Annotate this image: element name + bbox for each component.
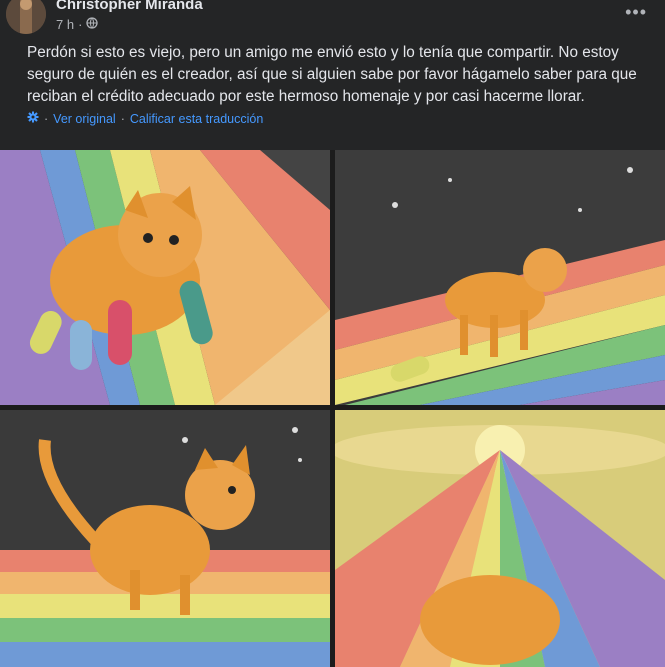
globe-icon	[86, 17, 99, 32]
author-name[interactable]: Christopher Miranda	[56, 0, 203, 13]
post-meta: 7 h ·	[56, 17, 99, 32]
post-image[interactable]	[0, 150, 665, 667]
avatar[interactable]	[6, 0, 46, 34]
view-original-link[interactable]: Ver original	[53, 112, 116, 126]
comic-panel-2	[335, 150, 665, 405]
post-header: Christopher Miranda 7 h · •••	[0, 0, 665, 40]
rate-translation-link[interactable]: Calificar esta traducción	[130, 112, 263, 126]
translation-bar: · Ver original · Calificar esta traducci…	[27, 111, 263, 126]
comic-panel-4	[335, 410, 665, 667]
comic-panel-1	[0, 150, 330, 405]
translation-separator-2: ·	[120, 111, 125, 126]
translation-separator: ·	[44, 111, 49, 126]
more-dots-icon[interactable]: •••	[625, 2, 647, 23]
comic-panel-3	[0, 410, 330, 667]
post-text: Perdón si esto es viejo, pero un amigo m…	[27, 44, 637, 105]
gear-icon	[27, 111, 39, 126]
post-time[interactable]: 7 h	[56, 17, 74, 32]
